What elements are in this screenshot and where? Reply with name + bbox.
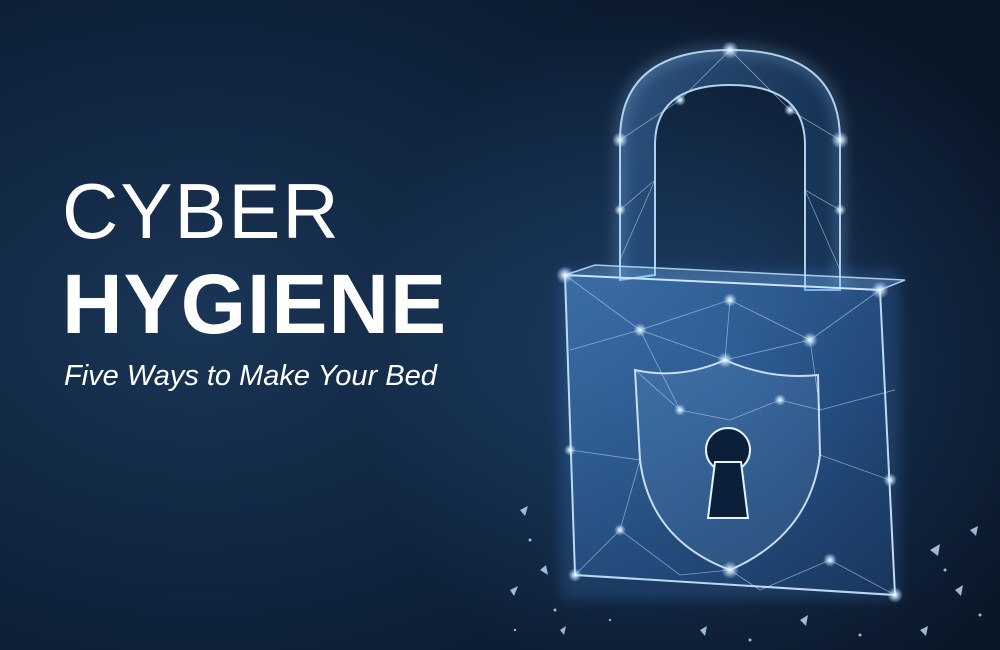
- headline-cyber: CYBER: [62, 167, 341, 255]
- headline-block: CYBER HYGIENE Five Ways to Make Your Bed: [62, 172, 542, 391]
- headline-hygiene: HYGIENE: [62, 257, 448, 351]
- headline-subtitle: Five Ways to Make Your Bed: [64, 360, 437, 392]
- padlock-shield-icon: [510, 41, 982, 642]
- banner-canvas: CYBER HYGIENE Five Ways to Make Your Bed: [0, 0, 1000, 650]
